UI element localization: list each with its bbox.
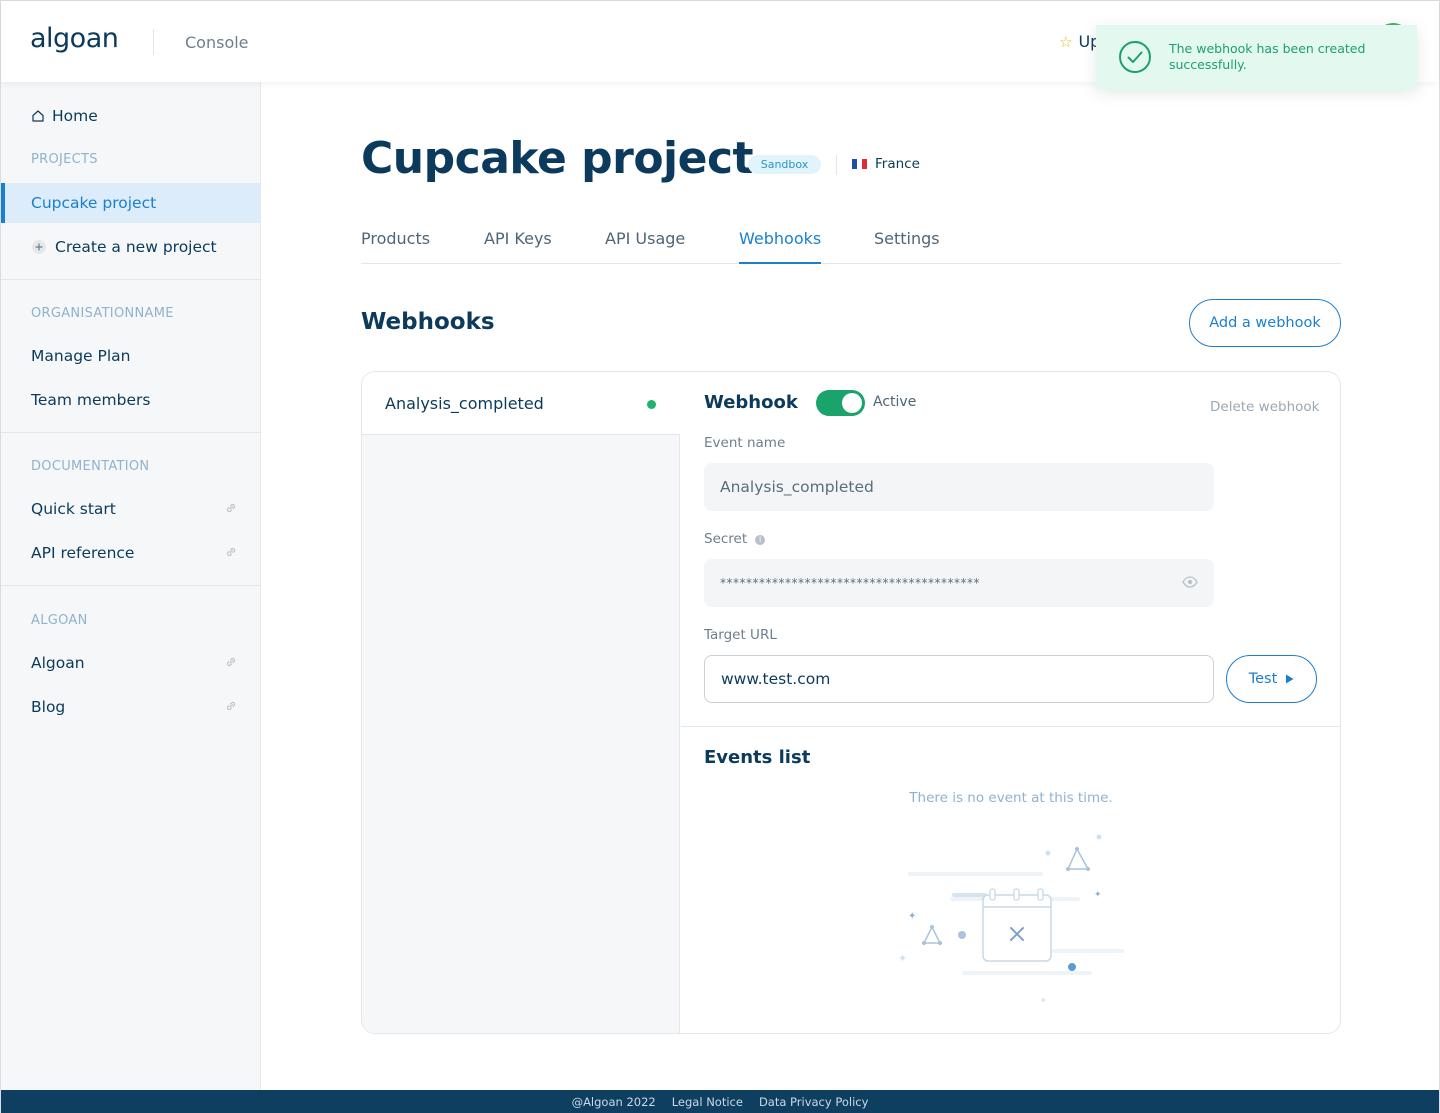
organisation-heading: ORGANISATIONNAME: [31, 306, 174, 321]
events-divider: [681, 726, 1340, 727]
play-icon: [1286, 674, 1294, 684]
status-dot: [647, 400, 656, 409]
secret-label-text: Secret: [704, 531, 748, 547]
sidebar-item-label: Quick start: [31, 500, 116, 518]
info-icon[interactable]: i: [755, 535, 766, 545]
legal-notice-link[interactable]: Legal Notice: [672, 1095, 743, 1109]
event-name-field[interactable]: Analysis_completed: [704, 463, 1214, 511]
sidebar-item-cupcake-project[interactable]: Cupcake project: [1, 183, 260, 223]
sidebar-item-label: Home: [52, 107, 98, 125]
link-icon: [226, 701, 236, 711]
webhook-list: Analysis_completed: [362, 372, 680, 1033]
sidebar-item-label: Blog: [31, 698, 66, 716]
delete-webhook-button[interactable]: Delete webhook: [1210, 399, 1319, 415]
plus-circle-icon: [32, 240, 46, 254]
privacy-policy-link[interactable]: Data Privacy Policy: [759, 1095, 869, 1109]
sidebar-divider: [1, 585, 260, 586]
event-name-value: Analysis_completed: [720, 478, 874, 496]
sidebar-item-label: Team members: [31, 391, 151, 409]
target-url-value: www.test.com: [721, 670, 831, 688]
section-title: Webhooks: [361, 309, 495, 335]
sidebar-divider: [1, 432, 260, 433]
sidebar-item-home[interactable]: Home: [1, 96, 260, 136]
sidebar-item-team-members[interactable]: Team members: [1, 380, 260, 420]
footer-copyright: @Algoan 2022: [571, 1094, 656, 1109]
sidebar-item-algoan[interactable]: Algoan: [1, 643, 260, 683]
console-label: Console: [185, 33, 249, 52]
france-flag-icon: [852, 159, 867, 169]
empty-events-message: There is no event at this time.: [909, 790, 1113, 806]
tab-api-keys[interactable]: API Keys: [484, 229, 552, 264]
sidebar-item-label: Create a new project: [55, 238, 217, 256]
link-icon: [226, 503, 236, 513]
sidebar-divider: [1, 279, 260, 280]
meta-divider: [836, 155, 837, 175]
success-toast: The webhook has been created successfull…: [1096, 25, 1417, 89]
sidebar-item-blog[interactable]: Blog: [1, 687, 260, 727]
tab-settings[interactable]: Settings: [874, 229, 940, 264]
check-circle-icon: [1119, 41, 1151, 73]
tab-api-usage[interactable]: API Usage: [605, 229, 685, 264]
secret-value: ****************************************: [720, 576, 980, 590]
sidebar-item-quick-start[interactable]: Quick start: [1, 489, 260, 529]
footer: @Algoan 2022 Legal Notice Data Privacy P…: [1, 1090, 1439, 1113]
webhook-name: Analysis_completed: [385, 393, 544, 413]
sidebar-item-label: Algoan: [31, 654, 85, 672]
home-icon: [32, 110, 44, 122]
link-icon: [226, 547, 236, 557]
webhook-detail-title: Webhook: [704, 392, 798, 413]
svg-text:✦: ✦: [1040, 996, 1047, 1005]
algoan-logo[interactable]: algoan: [30, 23, 119, 54]
eye-icon[interactable]: [1182, 576, 1198, 588]
algoan-heading: ALGOAN: [31, 613, 88, 628]
sidebar-item-label: Cupcake project: [31, 194, 157, 212]
webhook-panel: Analysis_completed Webhook Active Delete…: [361, 371, 1341, 1034]
header-divider: [153, 29, 154, 55]
target-url-input[interactable]: www.test.com: [704, 655, 1214, 703]
environment-badge: Sandbox: [748, 155, 821, 174]
event-name-label: Event name: [704, 435, 786, 451]
tab-webhooks[interactable]: Webhooks: [739, 229, 822, 264]
sidebar-item-label: Manage Plan: [31, 347, 131, 365]
tab-products[interactable]: Products: [361, 229, 430, 264]
active-toggle[interactable]: [816, 390, 865, 416]
country-label: France: [875, 156, 920, 172]
sidebar-item-api-reference[interactable]: API reference: [1, 533, 260, 573]
projects-heading: PROJECTS: [31, 152, 98, 167]
svg-text:✦: ✦: [908, 911, 916, 922]
upgrade-button[interactable]: ☆ Up: [1059, 32, 1100, 51]
sidebar-item-create-project[interactable]: Create a new project: [1, 227, 260, 267]
events-title: Events list: [704, 747, 811, 768]
link-icon: [226, 657, 236, 667]
active-label: Active: [873, 394, 917, 410]
target-url-label: Target URL: [704, 627, 777, 643]
empty-calendar-illustration: ✦ ✦ ✦ ✦: [898, 834, 1124, 1005]
sidebar-item-label: API reference: [31, 544, 135, 562]
sidebar-item-manage-plan[interactable]: Manage Plan: [1, 336, 260, 376]
test-button-label: Test: [1248, 671, 1278, 687]
add-webhook-button[interactable]: Add a webhook: [1189, 299, 1341, 347]
svg-text:✦: ✦: [898, 952, 907, 965]
toast-message: The webhook has been created successfull…: [1169, 41, 1366, 72]
svg-text:✦: ✦: [1094, 890, 1102, 900]
page-title: Cupcake project: [361, 133, 754, 184]
sidebar: Home PROJECTS Cupcake project Create a n…: [1, 82, 261, 1090]
list-item[interactable]: Analysis_completed: [362, 372, 680, 435]
project-tabs: Products API Keys API Usage Webhooks Set…: [361, 226, 1341, 264]
secret-field[interactable]: ****************************************: [704, 559, 1214, 607]
secret-label: Secret i: [704, 531, 766, 547]
star-icon: ☆: [1059, 32, 1073, 51]
test-button[interactable]: Test: [1226, 655, 1317, 703]
documentation-heading: DOCUMENTATION: [31, 459, 150, 474]
